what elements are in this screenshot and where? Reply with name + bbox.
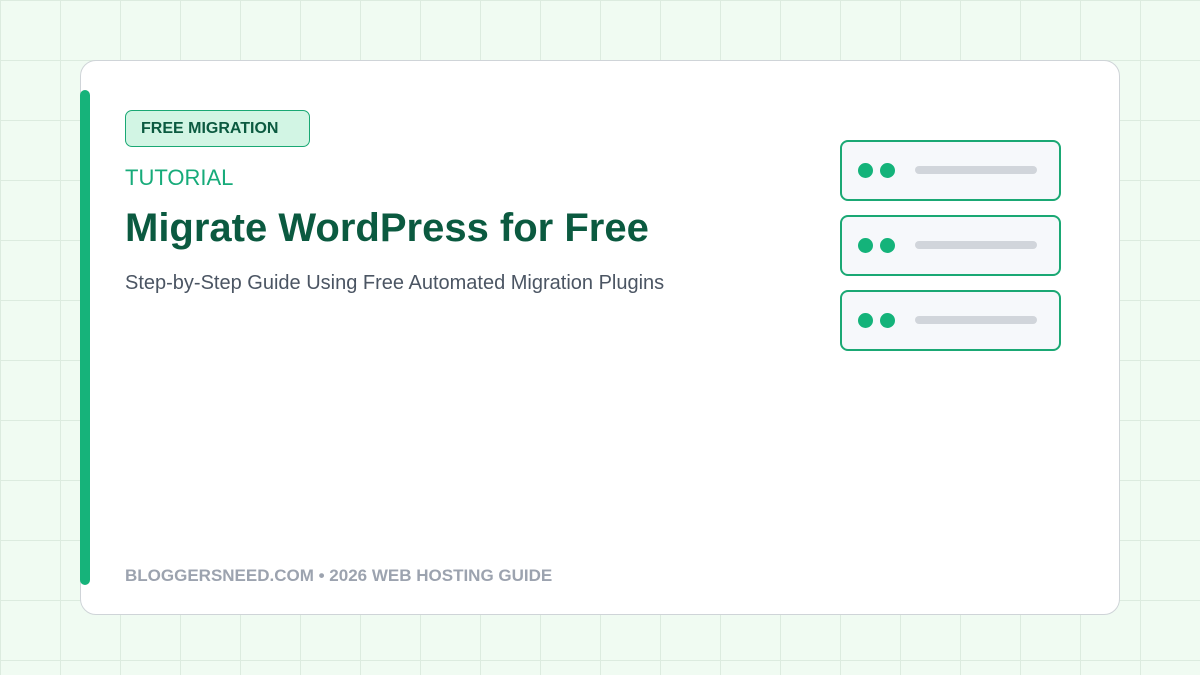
status-light	[880, 163, 895, 178]
category-badge: FREE MIGRATION	[125, 110, 310, 147]
site-footer-credit: BLOGGERSNEED.COM • 2026 WEB HOSTING GUID…	[125, 566, 553, 585]
server-slot	[915, 241, 1037, 249]
server-icon	[840, 140, 1061, 201]
server-slot	[915, 166, 1037, 174]
server-icon	[840, 215, 1061, 276]
page-subtitle: Step-by-Step Guide Using Free Automated …	[125, 272, 665, 294]
status-light	[858, 163, 873, 178]
status-light	[880, 313, 895, 328]
page-title: Migrate WordPress for Free	[125, 206, 649, 250]
server-stack-illustration	[840, 140, 1061, 365]
status-light	[858, 313, 873, 328]
status-light	[858, 238, 873, 253]
accent-bar	[80, 90, 90, 585]
status-light	[880, 238, 895, 253]
server-icon	[840, 290, 1061, 351]
server-slot	[915, 316, 1037, 324]
article-type-label: TUTORIAL	[125, 165, 234, 190]
article-card: FREE MIGRATION TUTORIAL Migrate WordPres…	[80, 60, 1120, 615]
